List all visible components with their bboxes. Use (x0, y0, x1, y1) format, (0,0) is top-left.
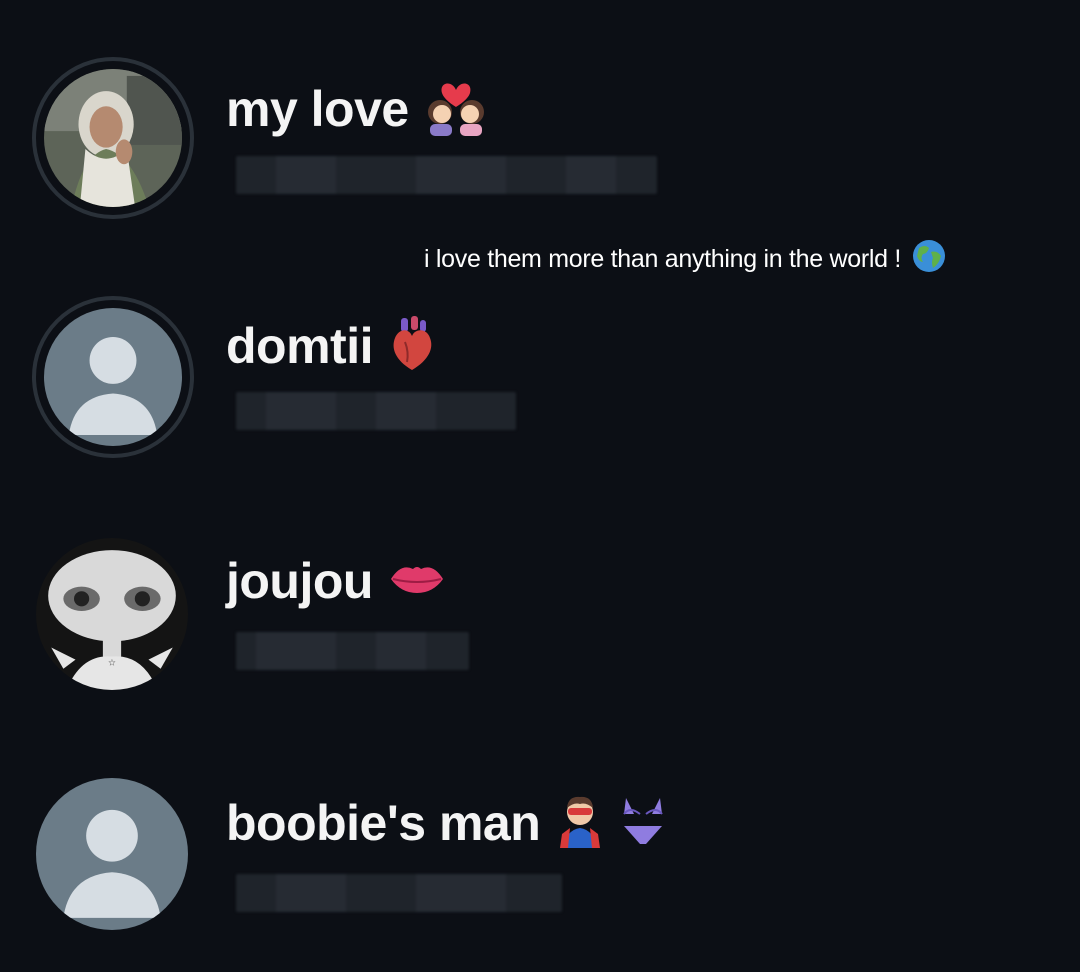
profile-photo: ☆ (36, 538, 188, 690)
anatomical-heart-icon (387, 314, 437, 377)
kiss-couple-icon (423, 76, 489, 141)
contact-name: domtii (226, 317, 373, 374)
avatar[interactable] (36, 778, 188, 930)
redacted-message-preview (236, 874, 562, 912)
caption-text: i love them more than anything in the wo… (424, 245, 902, 273)
globe-icon (911, 238, 947, 281)
avatar[interactable] (32, 57, 194, 219)
avatar[interactable]: ☆ (36, 538, 188, 690)
contact-list-screen: my love i love them more than anything i… (0, 0, 1080, 972)
avatar[interactable] (32, 296, 194, 458)
caption-overlay: i love them more than anything in the wo… (424, 238, 947, 281)
redacted-message-preview (236, 632, 469, 670)
kiss-mark-icon (387, 557, 447, 606)
contact-name: my love (226, 80, 409, 137)
redacted-message-preview (236, 156, 657, 194)
contact-name: joujou (226, 553, 373, 609)
svg-text:☆: ☆ (108, 659, 116, 669)
contact-name: boobie's man (226, 794, 541, 851)
profile-photo (44, 69, 182, 207)
bikini-icon (620, 792, 666, 853)
default-avatar (44, 308, 182, 446)
default-avatar (36, 778, 188, 930)
superhero-icon (554, 792, 606, 853)
redacted-message-preview (236, 392, 516, 430)
